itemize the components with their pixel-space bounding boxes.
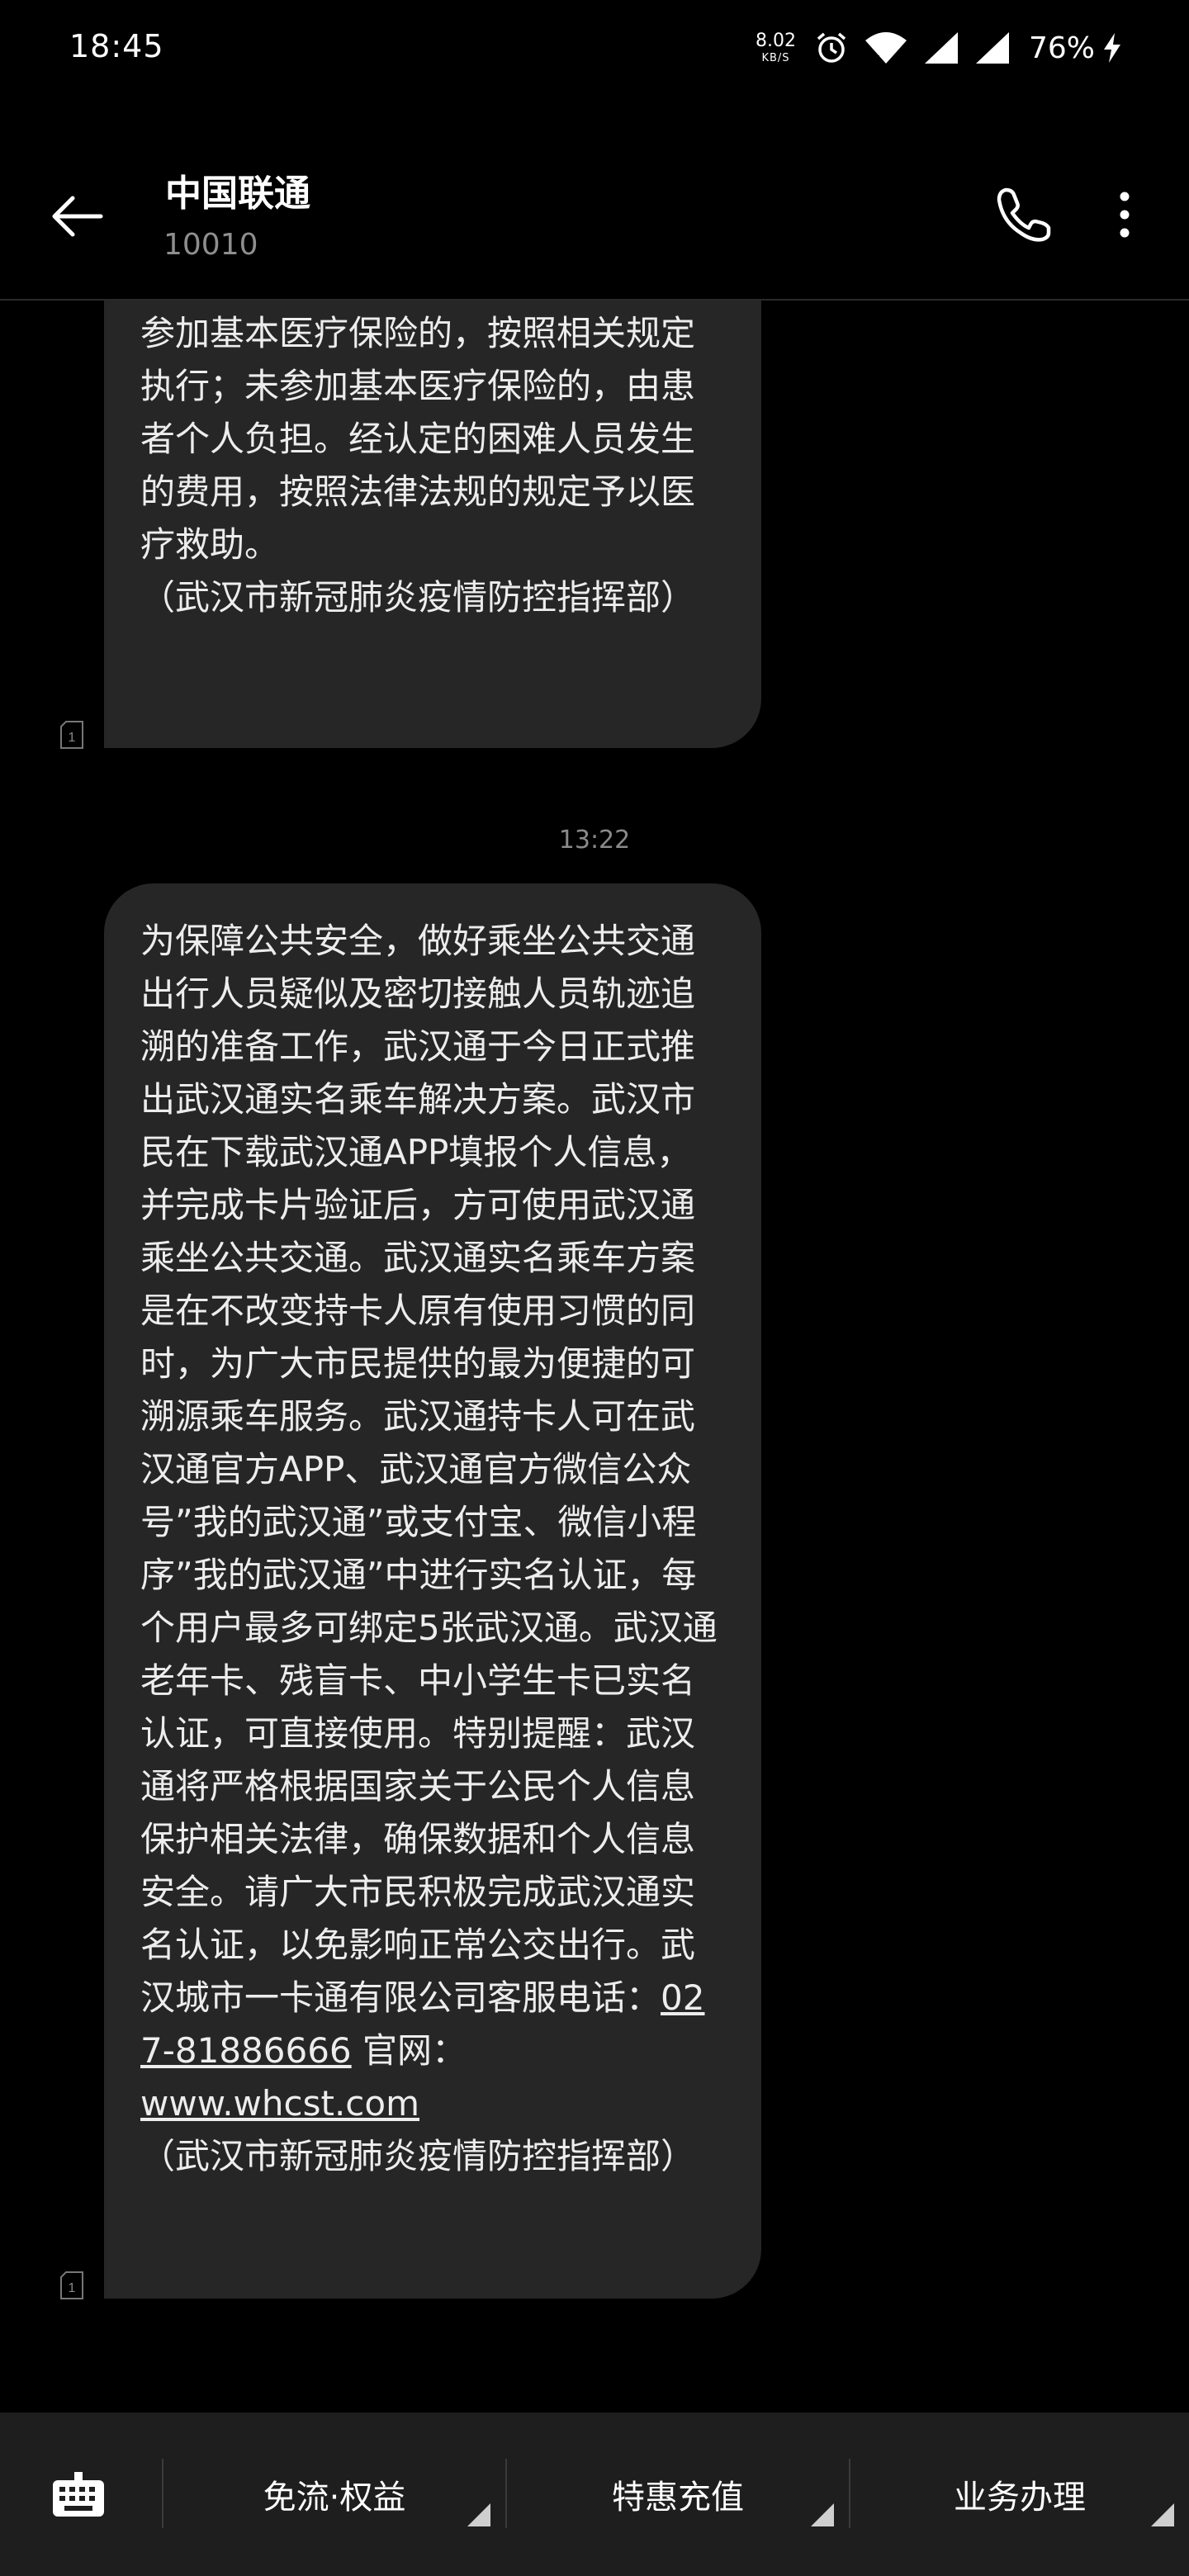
signal-icon [924, 32, 958, 64]
message-signature: （武汉市新冠肺炎疫情防控指挥部） [140, 577, 696, 618]
website-link[interactable]: www.whcst.com [140, 2083, 419, 2124]
message-signature: （武汉市新冠肺炎疫情防控指挥部） [140, 2136, 696, 2176]
network-speed-unit: KB/S [761, 52, 790, 64]
submenu-indicator-icon [1151, 2503, 1174, 2526]
menu-item-recharge[interactable]: 特惠充值 [507, 2457, 849, 2531]
sim-slot-label: 1 [69, 2281, 76, 2295]
status-time: 18:45 [69, 28, 164, 64]
phone-icon[interactable] [991, 182, 1057, 248]
message-text: 为保障公共安全，做好乘坐公共交通出行人员疑似及密切接触人员轨迹追溯的准备工作，武… [140, 915, 725, 2130]
message-body: 为保障公共安全，做好乘坐公共交通出行人员疑似及密切接触人员轨迹追溯的准备工作，武… [140, 921, 718, 2018]
message-text: 参加基本医疗保险的，按照相关规定执行；未参加基本医疗保险的，由患者个人负担。经认… [140, 313, 696, 565]
sim-slot-label: 1 [69, 731, 76, 745]
menu-item-label: 业务办理 [954, 2479, 1086, 2517]
menu-item-services[interactable]: 业务办理 [850, 2457, 1189, 2531]
message-bubble[interactable]: 为保障公共安全，做好乘坐公共交通出行人员疑似及密切接触人员轨迹追溯的准备工作，武… [104, 883, 761, 2299]
keyboard-icon[interactable] [50, 2470, 107, 2520]
contact-number: 10010 [163, 228, 258, 262]
more-vert-icon[interactable] [1106, 182, 1143, 248]
charging-icon [1104, 33, 1120, 63]
wifi-icon [865, 32, 907, 64]
menu-item-label: 特惠充值 [612, 2479, 744, 2517]
arrow-left-icon[interactable] [45, 183, 111, 249]
network-speed: 8.02 KB/S [756, 32, 796, 64]
website-label: 官网： [351, 2030, 467, 2071]
menu-item-free-data[interactable]: 免流·权益 [163, 2457, 505, 2531]
service-menu-bar: 免流·权益 特惠充值 业务办理 [0, 2413, 1189, 2576]
status-bar: 18:45 8.02 KB/S 76% [0, 0, 1189, 96]
menu-item-label: 免流·权益 [263, 2479, 406, 2517]
sim-icon: 1 [60, 2271, 83, 2299]
alarm-icon [817, 32, 846, 63]
message-bubble[interactable]: 参加基本医疗保险的，按照相关规定执行；未参加基本医疗保险的，由患者个人负担。经认… [104, 301, 761, 748]
sim-icon: 1 [60, 721, 83, 749]
submenu-indicator-icon [811, 2503, 834, 2526]
network-speed-value: 8.02 [756, 31, 796, 51]
conversation-header: 中国联通 10010 [0, 96, 1189, 301]
signal-icon-2 [975, 32, 1009, 64]
battery-level: 76% [1028, 31, 1095, 65]
message-timestamp: 13:22 [558, 826, 631, 855]
submenu-indicator-icon [467, 2503, 490, 2526]
status-icons: 8.02 KB/S 76% [756, 25, 1123, 71]
contact-name: 中国联通 [165, 173, 310, 215]
